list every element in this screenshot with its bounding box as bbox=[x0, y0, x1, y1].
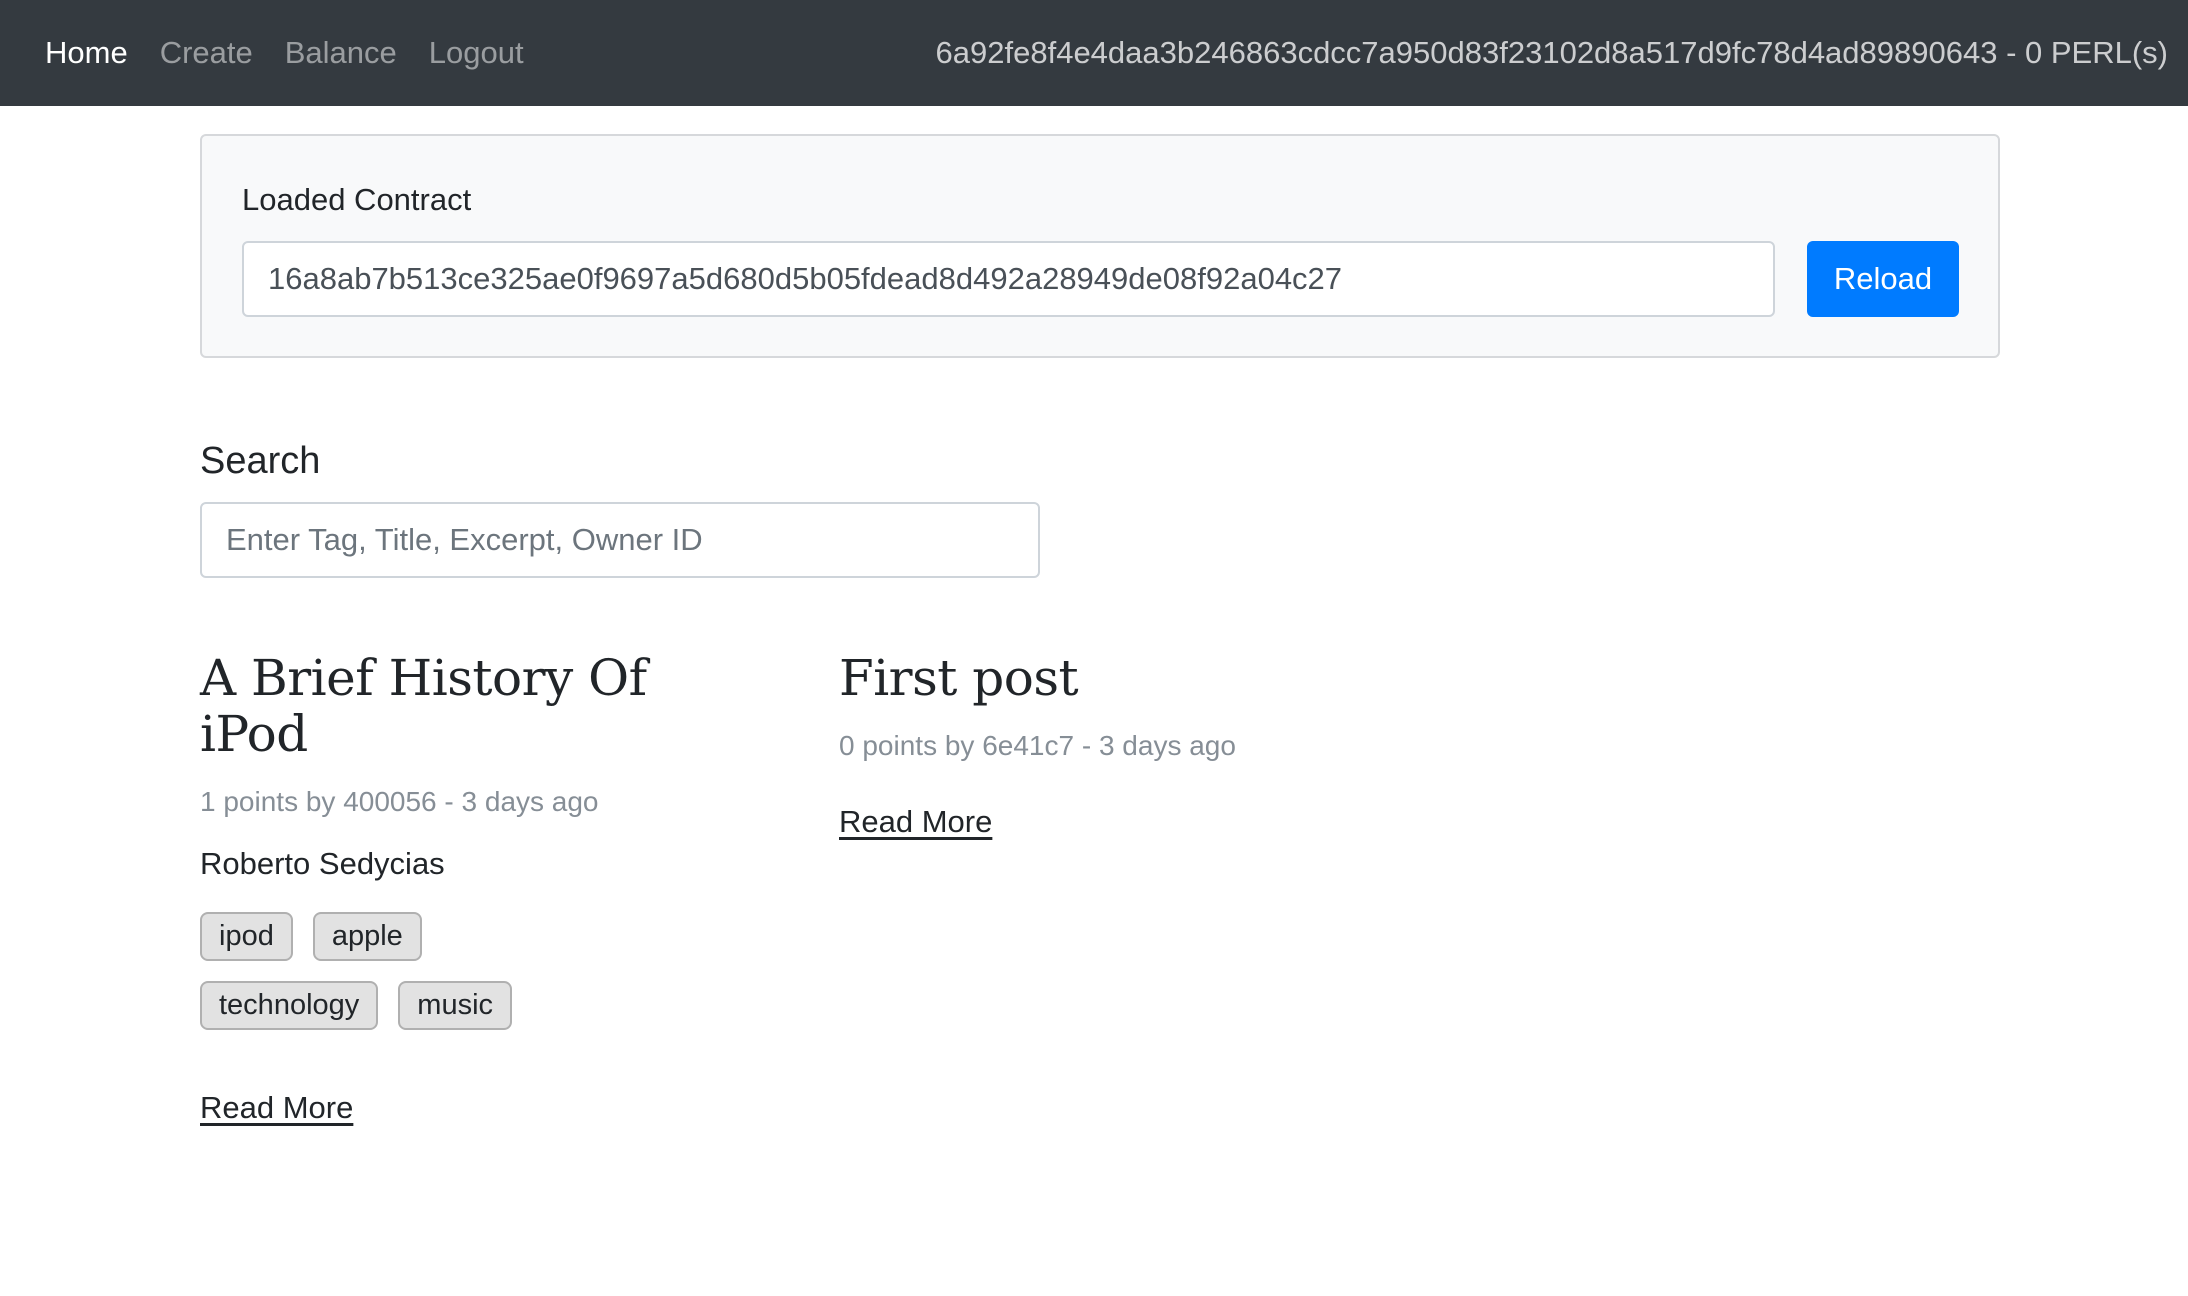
post-card: A Brief History Of iPod 1 points by 4000… bbox=[200, 650, 720, 1126]
nav-balance-link[interactable]: Balance bbox=[285, 35, 397, 71]
contract-id-input[interactable] bbox=[242, 241, 1775, 317]
loaded-contract-label: Loaded Contract bbox=[242, 182, 472, 217]
post-author: Roberto Sedycias bbox=[200, 846, 445, 881]
nav-home-link[interactable]: Home bbox=[45, 35, 128, 71]
read-more-link[interactable]: Read More bbox=[200, 1090, 353, 1126]
post-meta: 1 points by 400056 - 3 days ago bbox=[200, 786, 599, 817]
nav-logout-link[interactable]: Logout bbox=[429, 35, 524, 71]
post-meta: 0 points by 6e41c7 - 3 days ago bbox=[839, 730, 1236, 761]
tag-apple[interactable]: apple bbox=[312, 912, 422, 961]
post-title[interactable]: First post bbox=[839, 650, 1439, 706]
search-input[interactable] bbox=[200, 502, 1040, 578]
post-card: First post 0 points by 6e41c7 - 3 days a… bbox=[839, 650, 1439, 840]
search-label: Search bbox=[200, 440, 321, 482]
loaded-contract-card: Loaded Contract Reload bbox=[200, 134, 2000, 358]
tag-music[interactable]: music bbox=[398, 981, 513, 1030]
nav-create-link[interactable]: Create bbox=[160, 35, 253, 71]
read-more-link[interactable]: Read More bbox=[839, 804, 992, 840]
navbar: Home Create Balance Logout 6a92fe8f4e4da… bbox=[0, 0, 2188, 106]
post-tags: ipod apple technology music bbox=[200, 912, 640, 1050]
tag-ipod[interactable]: ipod bbox=[200, 912, 293, 961]
tag-technology[interactable]: technology bbox=[200, 981, 379, 1030]
post-title[interactable]: A Brief History Of iPod bbox=[200, 650, 720, 762]
reload-button[interactable]: Reload bbox=[1807, 241, 1959, 317]
account-balance: 6a92fe8f4e4daa3b246863cdcc7a950d83f23102… bbox=[935, 35, 2168, 70]
nav-links: Home Create Balance Logout bbox=[45, 0, 556, 106]
